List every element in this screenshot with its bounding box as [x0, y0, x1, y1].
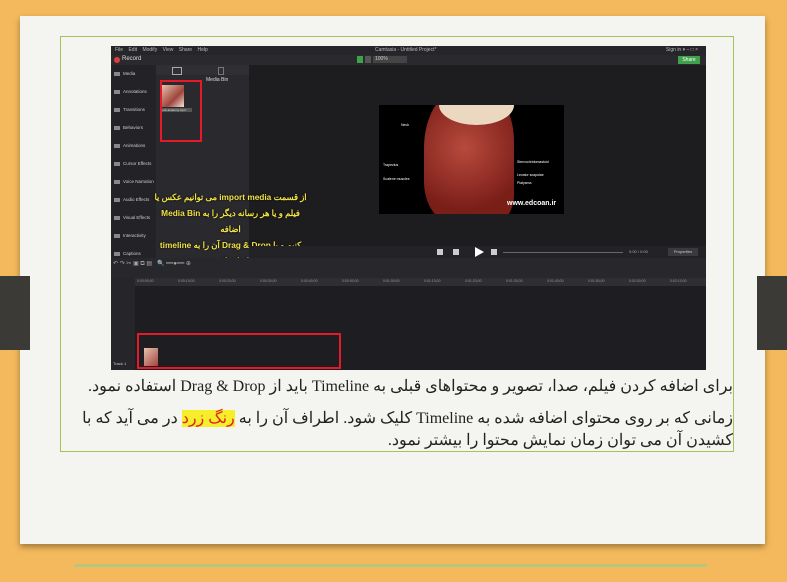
- window-controls[interactable]: Sign in ▾ – □ ×: [666, 46, 698, 55]
- transitions-icon: [114, 107, 120, 112]
- behaviors-icon: [114, 125, 120, 130]
- tool-visual-effects[interactable]: Visual Effects: [114, 215, 150, 220]
- pan-tool-icon[interactable]: [365, 56, 371, 63]
- menu-file[interactable]: File: [115, 47, 123, 53]
- media-icon: [114, 71, 120, 76]
- tool-annotations[interactable]: Annotations: [114, 89, 147, 94]
- timeline-highlight-box: [137, 333, 341, 369]
- ruler-tick: 0:01:50;00: [588, 279, 605, 283]
- playback-controls: 0:00 / 0:00 Properties: [249, 246, 706, 258]
- tool-animations[interactable]: Animations: [114, 143, 145, 148]
- library-tab-icon[interactable]: [218, 67, 224, 75]
- video-label: Platysma: [517, 181, 532, 185]
- bin-tab-icon[interactable]: [172, 67, 182, 75]
- play-icon[interactable]: [475, 247, 484, 257]
- tool-media[interactable]: Media: [114, 71, 135, 76]
- video-label: Neck: [401, 123, 409, 127]
- ruler-tick: 0:00:30;00: [260, 279, 277, 283]
- ruler-tick: 0:00:20;00: [219, 279, 236, 283]
- menu-view[interactable]: View: [163, 47, 174, 53]
- tool-voice-narration[interactable]: Voice Narration: [114, 179, 154, 184]
- microphone-icon: [114, 179, 120, 184]
- media-bin-title: Media Bin: [206, 77, 229, 83]
- rewind-icon[interactable]: [437, 249, 443, 255]
- animations-icon: [114, 143, 120, 148]
- video-label: Levator scapulae: [517, 173, 544, 177]
- callout-line: از قسمت import media می توانیم عکس یا: [154, 192, 307, 202]
- ruler-tick: 0:01:20;00: [465, 279, 482, 283]
- menu-edit[interactable]: Edit: [128, 47, 137, 53]
- step-forward-icon[interactable]: [491, 249, 497, 255]
- cursor-icon: [114, 161, 120, 166]
- right-side-bar: [757, 276, 787, 350]
- media-bin-highlight-box: [160, 80, 202, 142]
- paragraph-drag-drop: برای اضافه کردن فیلم، صدا، تصویر و محتوا…: [87, 378, 733, 395]
- left-side-bar: [0, 276, 30, 350]
- zoom-select[interactable]: 100%: [373, 56, 407, 63]
- ruler-tick: 0:01:30;00: [506, 279, 523, 283]
- playback-time: 0:00 / 0:00: [629, 249, 648, 254]
- timeline-ruler[interactable]: 0:00:00;00 0:00:10;00 0:00:20;00 0:00:30…: [135, 278, 706, 286]
- video-preview[interactable]: Neck Sternocleidomastoid Levator scapula…: [379, 105, 564, 214]
- track-headers: Track 1: [111, 278, 135, 370]
- ruler-tick: 0:00:10;00: [178, 279, 195, 283]
- ruler-tick: 0:01:10;00: [424, 279, 441, 283]
- project-title: Camtasia - Untitled Project*: [375, 47, 437, 53]
- timeline-toolbar: ↶ ↷ ✂ ▣ ⧉ ▤ 🔍 ━━●━━ ⊕: [111, 258, 706, 278]
- toolbar: Record 100% Share: [111, 55, 706, 65]
- tool-captions[interactable]: Captions: [114, 251, 141, 256]
- camtasia-screenshot: File Edit Modify View Share Help Camtasi…: [111, 46, 706, 370]
- menu-help[interactable]: Help: [197, 47, 207, 53]
- playback-scrubber[interactable]: [503, 252, 623, 253]
- ruler-tick: 0:02:10;00: [670, 279, 687, 283]
- tool-transitions[interactable]: Transitions: [114, 107, 145, 112]
- watermark: www.edcoan.ir: [507, 200, 557, 207]
- highlighted-yellow-text: رنگ زرد: [181, 410, 235, 427]
- ruler-tick: 0:00:40;00: [301, 279, 318, 283]
- bin-tabs: [156, 65, 249, 75]
- menu-bar: File Edit Modify View Share Help Camtasi…: [111, 46, 706, 55]
- callout-line: فیلم و یا هر رسانه دیگر را به Media Bin …: [161, 208, 300, 234]
- tool-interactivity[interactable]: Interactivity: [114, 233, 146, 238]
- visual-effects-icon: [114, 215, 120, 220]
- ruler-tick: 0:01:00;00: [383, 279, 400, 283]
- timeline-tools-icon[interactable]: ↶ ↷ ✂ ▣ ⧉ ▤ 🔍 ━━●━━ ⊕: [113, 260, 191, 268]
- ruler-tick: 0:00:00;00: [137, 279, 154, 283]
- captions-icon: [114, 251, 120, 256]
- record-icon[interactable]: [114, 57, 120, 63]
- tool-cursor-effects[interactable]: Cursor Effects: [114, 161, 151, 166]
- slide-text: برای اضافه کردن فیلم، صدا، تصویر و محتوا…: [78, 376, 733, 452]
- paragraph-timeline-click: زمانی که بر روی محتوای اضافه شده به Time…: [78, 408, 733, 452]
- step-back-icon[interactable]: [453, 249, 459, 255]
- video-label: Scalene muscles: [383, 177, 410, 181]
- tool-audio-effects[interactable]: Audio Effects: [114, 197, 149, 202]
- ruler-tick: 0:02:00;00: [629, 279, 646, 283]
- properties-button[interactable]: Properties: [668, 248, 698, 256]
- select-tool-icon[interactable]: [357, 56, 363, 63]
- video-label: Trapezius: [383, 163, 399, 167]
- tool-behaviors[interactable]: Behaviors: [114, 125, 143, 130]
- share-button[interactable]: Share: [678, 56, 700, 64]
- annotations-icon: [114, 89, 120, 94]
- interactivity-icon: [114, 233, 120, 238]
- track-label[interactable]: Track 1: [113, 361, 126, 366]
- ruler-tick: 0:01:40;00: [547, 279, 564, 283]
- video-label: Sternocleidomastoid: [517, 160, 549, 164]
- record-button[interactable]: Record: [122, 56, 141, 62]
- audio-icon: [114, 197, 120, 202]
- ruler-tick: 0:00:50;00: [342, 279, 359, 283]
- menu-share[interactable]: Share: [179, 47, 192, 53]
- menu-modify[interactable]: Modify: [142, 47, 157, 53]
- paragraph-part: زمانی که بر روی محتوای اضافه شده به Time…: [234, 410, 733, 427]
- bottom-accent-line: [74, 564, 707, 567]
